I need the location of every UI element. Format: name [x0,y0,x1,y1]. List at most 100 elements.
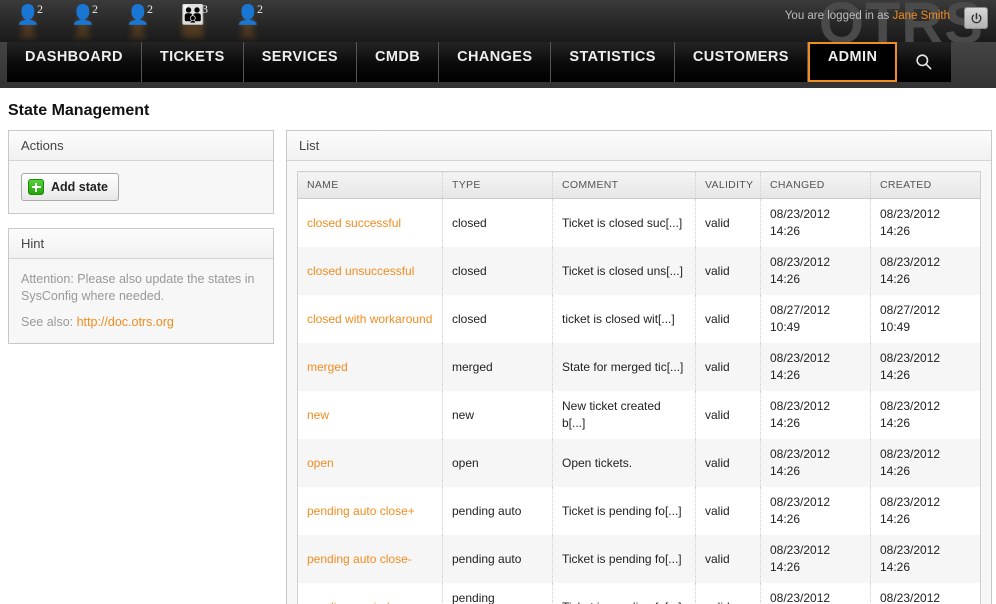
cell-comment: Ticket is pending fo[...] [553,487,696,535]
created-date: 08/23/2012 [880,207,940,221]
nav-item-services[interactable]: SERVICES [244,42,357,82]
state-name-link[interactable]: open [307,456,334,470]
cell-type: pending reminder [443,583,553,604]
toolbar-item-agent-person[interactable]: 👤 2 [16,2,58,40]
cell-name[interactable]: merged [298,343,443,391]
column-header-type[interactable]: TYPE [443,172,553,199]
type-text: merged [452,360,493,374]
toolbar-item-agent-person-raised[interactable]: 👪 3 [181,2,223,40]
state-name-link[interactable]: pending reminder [307,600,400,604]
cell-name[interactable]: open [298,439,443,487]
cell-validity: valid [696,535,761,583]
list-panel-body: NAME TYPE COMMENT VALIDITY CHANGED CREAT… [287,161,991,604]
logout-button[interactable] [964,7,988,29]
nav-item-customers[interactable]: CUSTOMERS [675,42,808,82]
column-header-comment[interactable]: COMMENT [553,172,696,199]
created-time: 14:26 [880,512,910,526]
nav-item-admin[interactable]: ADMIN [808,42,898,82]
nav-item-dashboard[interactable]: DASHBOARD [7,42,142,82]
changed-time: 14:26 [770,368,800,382]
table-row[interactable]: closed with workaroundclosedticket is cl… [298,295,981,343]
validity-text: valid [705,600,730,604]
cell-created: 08/23/201214:26 [871,535,981,583]
cell-name[interactable]: pending reminder [298,583,443,604]
table-row[interactable]: newnewNew ticket created b[...]valid08/2… [298,391,981,439]
hint-panel-header: Hint [9,229,273,259]
documentation-link[interactable]: http://doc.otrs.org [77,315,174,329]
cell-name[interactable]: pending auto close- [298,535,443,583]
list-panel-header: List [287,131,991,161]
changed-time: 14:26 [770,416,800,430]
cell-validity: valid [696,391,761,439]
created-time: 14:26 [880,416,910,430]
plus-icon [28,179,44,195]
actions-panel: Actions Add state [8,130,274,214]
cell-changed: 08/23/201214:26 [761,487,871,535]
toolbar-item-agent-person-reply[interactable]: 👤 2 [126,2,168,40]
column-header-name[interactable]: NAME [298,172,443,199]
state-name-link[interactable]: pending auto close+ [307,504,415,518]
table-row[interactable]: mergedmergedState for merged tic[...]val… [298,343,981,391]
table-row[interactable]: pending auto close+pending autoTicket is… [298,487,981,535]
cell-name[interactable]: new [298,391,443,439]
table-row[interactable]: closed successfulclosedTicket is closed … [298,199,981,248]
cell-name[interactable]: closed with workaround [298,295,443,343]
cell-created: 08/23/201214:26 [871,247,981,295]
nav-item-tickets[interactable]: TICKETS [142,42,244,82]
state-name-link[interactable]: closed with workaround [307,312,432,326]
toolbar-item-agent-person-plain[interactable]: 👤 2 [236,2,278,40]
cell-created: 08/23/201214:26 [871,487,981,535]
column-header-created[interactable]: CREATED [871,172,981,199]
state-name-link[interactable]: pending auto close- [307,552,412,566]
cell-changed: 08/23/201214:26 [761,343,871,391]
table-row[interactable]: pending reminderpending reminderTicket i… [298,583,981,604]
state-name-link[interactable]: closed unsuccessful [307,264,414,278]
type-text: closed [452,312,487,326]
changed-date: 08/23/2012 [770,207,830,221]
main-navigation: DASHBOARD TICKETS SERVICES CMDB CHANGES … [0,42,996,88]
nav-search-button[interactable] [897,42,951,82]
cell-comment: Open tickets. [553,439,696,487]
table-row[interactable]: closed unsuccessfulclosedTicket is close… [298,247,981,295]
changed-value: 08/23/201214:26 [770,543,830,574]
column-header-changed[interactable]: CHANGED [761,172,871,199]
state-name-link[interactable]: closed successful [307,216,401,230]
cell-created: 08/23/201214:26 [871,439,981,487]
changed-date: 08/23/2012 [770,591,830,604]
changed-value: 08/23/201214:26 [770,447,830,478]
nav-item-changes[interactable]: CHANGES [439,42,551,82]
cell-created: 08/27/201210:49 [871,295,981,343]
nav-item-cmdb[interactable]: CMDB [357,42,439,82]
state-name-link[interactable]: new [307,408,329,422]
cell-type: pending auto [443,535,553,583]
validity-text: valid [705,360,730,374]
validity-text: valid [705,264,730,278]
created-value: 08/23/201214:26 [880,255,940,286]
table-row[interactable]: pending auto close-pending autoTicket is… [298,535,981,583]
type-text: open [452,456,479,470]
created-value: 08/23/201214:26 [880,495,940,526]
table-row[interactable]: openopenOpen tickets.valid08/23/201214:2… [298,439,981,487]
cell-name[interactable]: closed successful [298,199,443,248]
cell-validity: valid [696,295,761,343]
created-date: 08/23/2012 [880,399,940,413]
current-user-link[interactable]: Jane Smith [892,10,950,22]
cell-type: closed [443,199,553,248]
cell-name[interactable]: closed unsuccessful [298,247,443,295]
type-text: pending auto [452,552,521,566]
column-header-validity[interactable]: VALIDITY [696,172,761,199]
nav-item-statistics[interactable]: STATISTICS [551,42,674,82]
power-icon [970,12,983,25]
created-value: 08/23/201214:26 [880,207,940,238]
add-state-button[interactable]: Add state [21,173,119,201]
state-name-link[interactable]: merged [307,360,348,374]
cell-name[interactable]: pending auto close+ [298,487,443,535]
toolbar-badge: 2 [147,2,153,17]
cell-comment: Ticket is pending fo[...] [553,583,696,604]
main-content: List NAME TYPE COMMENT VALIDITY CHANGED … [286,130,992,604]
changed-value: 08/23/201214:26 [770,255,830,286]
created-date: 08/23/2012 [880,351,940,365]
toolbar-item-agent-person-star[interactable]: 👤 2 [71,2,113,40]
validity-text: valid [705,408,730,422]
content-area: Actions Add state Hint Attention: Please… [0,130,996,604]
